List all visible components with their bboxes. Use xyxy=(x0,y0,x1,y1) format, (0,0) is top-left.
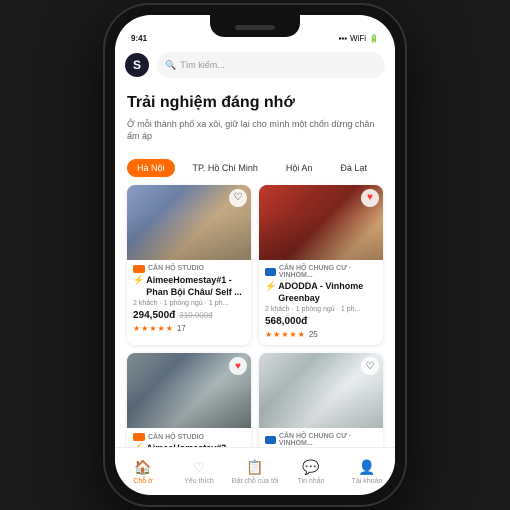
message-icon: 💬 xyxy=(302,459,319,476)
search-icon: 🔍 xyxy=(165,60,176,71)
hero-title: Trải nghiệm đáng nhớ xyxy=(127,93,383,114)
booking-icon: 📋 xyxy=(246,459,263,476)
bottom-nav: 🏠 Chỗ ở ♡ Yêu thích 📋 Đặt chỗ của tôi 💬 … xyxy=(115,447,395,495)
property-info: 2 khách · 1 phòng ngủ · 1 ph... xyxy=(133,300,245,307)
speaker xyxy=(235,25,275,30)
price-old: 310,000đ xyxy=(179,311,212,320)
nav-item-profile[interactable]: 👤 Tài khoản xyxy=(339,459,395,485)
property-rating: ★ ★ ★ ★ ★ 25 xyxy=(265,330,377,339)
hero-subtitle: Ở mỗi thành phố xa xôi, giữ lại cho mình… xyxy=(127,118,383,143)
nav-item-home[interactable]: 🏠 Chỗ ở xyxy=(115,459,171,485)
nav-label-messages: Tin nhắn xyxy=(298,478,325,485)
property-rating: ★ ★ ★ ★ ★ 17 xyxy=(133,324,245,333)
property-image: ♡ xyxy=(259,353,383,428)
city-tabs: Hà Nội TP. Hồ Chí Minh Hội An Đà Lạt xyxy=(115,159,395,185)
nav-label-booking: Đặt chỗ của tôi xyxy=(232,478,279,485)
nav-item-booking[interactable]: 📋 Đặt chỗ của tôi xyxy=(227,459,283,485)
property-name: ⚡ ADODDA - Vinhome Greenbay xyxy=(265,281,377,304)
property-info: 2 khách · 1 phòng ngủ · 1 ph... xyxy=(265,306,377,313)
nav-label-profile: Tài khoản xyxy=(352,478,383,485)
phone-screen: 9:41 ▪▪▪ WiFi 🔋 S 🔍 Tìm kiếm... Trải ngh… xyxy=(115,15,395,495)
search-text: Tìm kiếm... xyxy=(180,60,225,70)
wifi-icon: WiFi xyxy=(350,34,366,43)
bolt-icon: ⚡ xyxy=(133,275,144,287)
profile-icon: 👤 xyxy=(358,459,375,476)
property-price: 294,500đ 310,000đ xyxy=(133,310,245,321)
price-current: 294,500đ xyxy=(133,310,175,321)
property-grid: ♡ CĂN HỘ STUDIO ⚡ AimeeHomestay#1 - Phan… xyxy=(115,185,395,447)
property-type: CĂN HỘ CHUNG CƯ · VINHOM... xyxy=(265,265,377,279)
tab-hanoi[interactable]: Hà Nội xyxy=(127,159,175,177)
heart-icon: ♡ xyxy=(193,459,206,476)
review-count: 25 xyxy=(309,330,318,339)
stars: ★ ★ ★ ★ ★ xyxy=(133,324,173,333)
phone-notch xyxy=(210,15,300,37)
battery-icon: 🔋 xyxy=(369,34,379,43)
home-icon: 🏠 xyxy=(134,459,151,476)
app-header: S 🔍 Tìm kiếm... xyxy=(115,47,395,83)
bolt-icon: ⚡ xyxy=(265,281,276,293)
wishlist-button[interactable]: ♡ xyxy=(229,189,247,207)
property-image: ♡ xyxy=(127,185,251,260)
property-card[interactable]: ♥ CĂN HỘ CHUNG CƯ · VINHOM... ⚡ ADODDA -… xyxy=(259,185,383,345)
property-name: ⚡ AimeeHomestay#1 - Phan Bội Châu/ Self … xyxy=(133,275,245,298)
property-body: CĂN HỘ CHUNG CƯ · VINHOM... ⚡ ADODDA - V… xyxy=(259,260,383,345)
hero-section: Trải nghiệm đáng nhớ Ở mỗi thành phố xa … xyxy=(115,83,395,159)
main-content[interactable]: Trải nghiệm đáng nhớ Ở mỗi thành phố xa … xyxy=(115,83,395,447)
wishlist-button[interactable]: ♥ xyxy=(361,189,379,207)
property-card[interactable]: ♡ CĂN HỘ CHUNG CƯ · VINHOM... ⚡ The Marc… xyxy=(259,353,383,447)
property-card[interactable]: ♡ CĂN HỘ STUDIO ⚡ AimeeHomestay#1 - Phan… xyxy=(127,185,251,345)
property-card[interactable]: ♥ CĂN HỘ STUDIO ⚡ AimeeHomestay#3 Phan B… xyxy=(127,353,251,447)
property-image: ♥ xyxy=(127,353,251,428)
property-type: CĂN HỘ CHUNG CƯ · VINHOM... xyxy=(265,433,377,447)
phone-frame: 9:41 ▪▪▪ WiFi 🔋 S 🔍 Tìm kiếm... Trải ngh… xyxy=(105,5,405,505)
tab-hcm[interactable]: TP. Hồ Chí Minh xyxy=(183,159,268,177)
nav-item-messages[interactable]: 💬 Tin nhắn xyxy=(283,459,339,485)
tab-dalat[interactable]: Đà Lạt xyxy=(330,159,377,177)
nav-label-wishlist: Yêu thích xyxy=(184,478,214,485)
property-body: CĂN HỘ CHUNG CƯ · VINHOM... ⚡ The March … xyxy=(259,428,383,447)
property-type: CĂN HỘ STUDIO xyxy=(133,265,245,273)
property-type: CĂN HỘ STUDIO xyxy=(133,433,245,441)
property-price: 568,000đ xyxy=(265,316,377,327)
status-time: 9:41 xyxy=(131,34,147,43)
property-image: ♥ xyxy=(259,185,383,260)
nav-item-wishlist[interactable]: ♡ Yêu thích xyxy=(171,459,227,485)
property-body: CĂN HỘ STUDIO ⚡ AimeeHomestay#1 - Phan B… xyxy=(127,260,251,339)
review-count: 17 xyxy=(177,324,186,333)
app-logo: S xyxy=(125,53,149,77)
price-current: 568,000đ xyxy=(265,316,307,327)
signal-icon: ▪▪▪ xyxy=(339,34,348,43)
search-bar[interactable]: 🔍 Tìm kiếm... xyxy=(157,52,385,78)
tab-hoian[interactable]: Hội An xyxy=(276,159,323,177)
property-body: CĂN HỘ STUDIO ⚡ AimeeHomestay#3 Phan Bội… xyxy=(127,428,251,447)
nav-label-home: Chỗ ở xyxy=(133,478,152,485)
stars: ★ ★ ★ ★ ★ xyxy=(265,330,305,339)
